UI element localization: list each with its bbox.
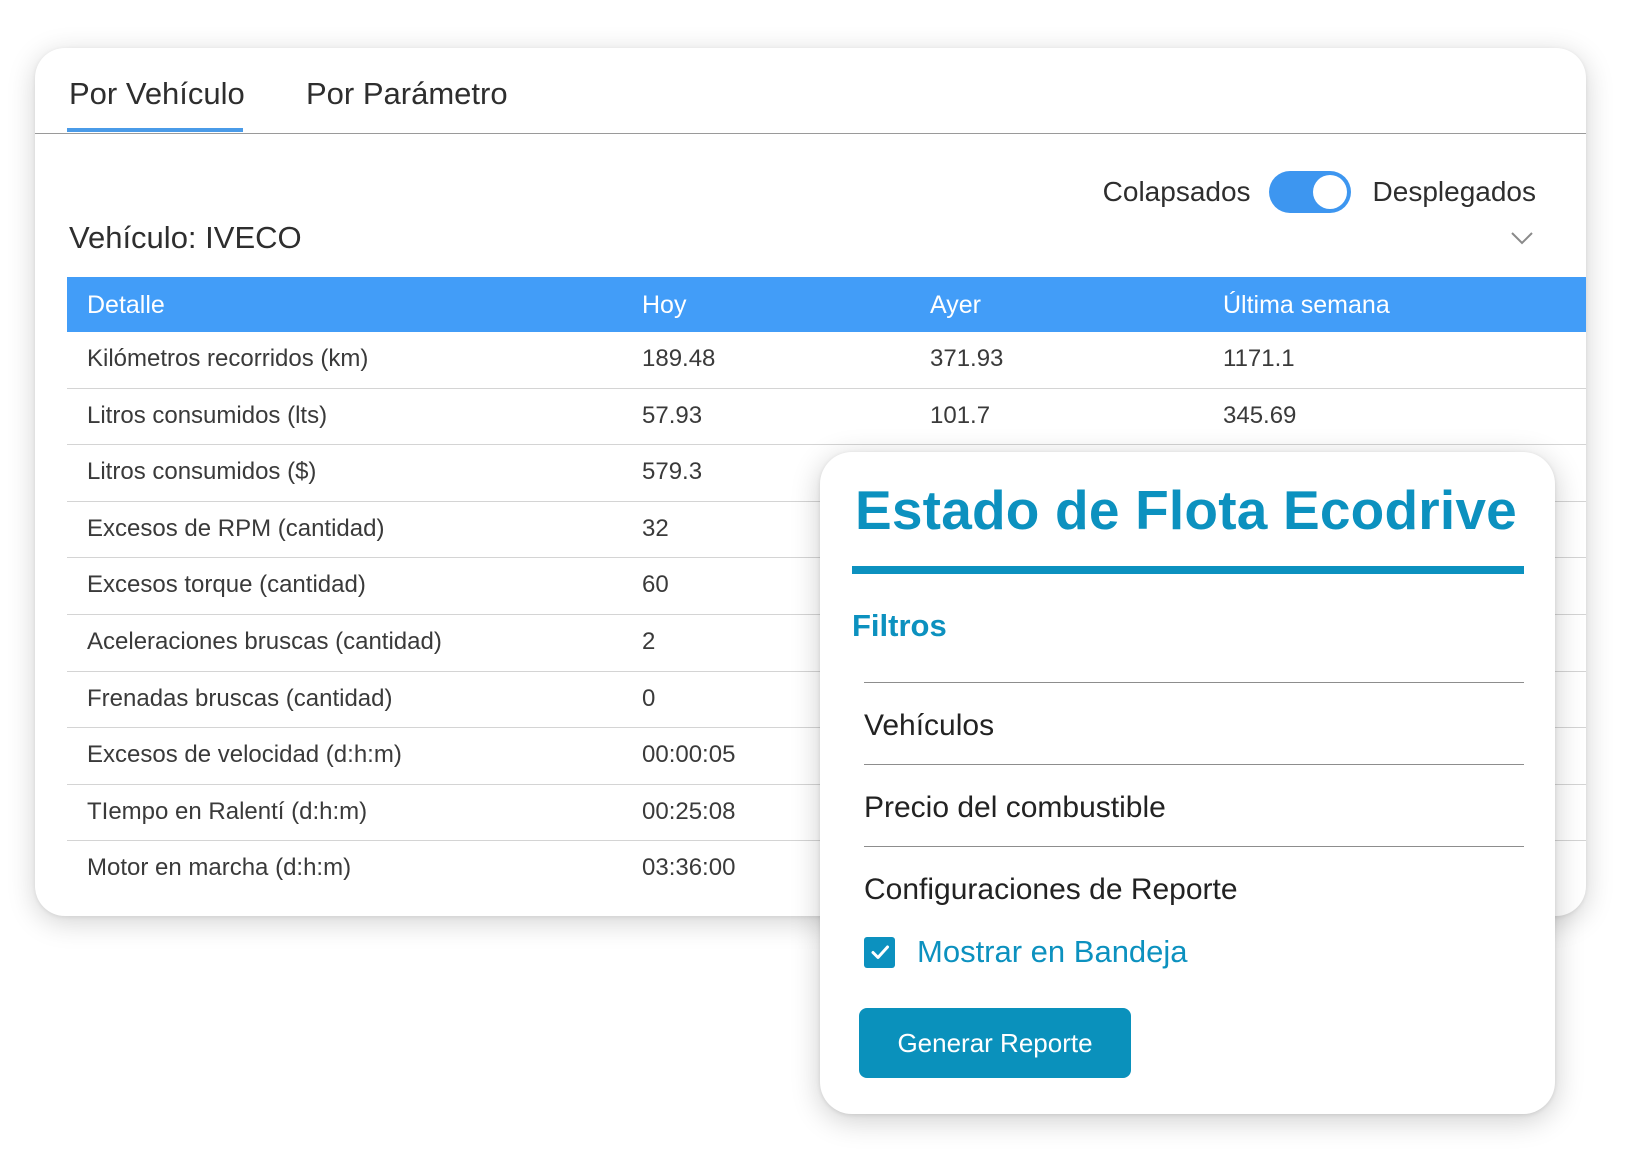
checkmark-icon (871, 945, 889, 959)
view-toggle-switch[interactable] (1268, 171, 1351, 213)
cell-detalle: Litros consumidos (lts) (87, 401, 328, 429)
filter-configuraciones-reporte[interactable]: Configuraciones de Reporte (864, 846, 1524, 928)
filter-label: Vehículos (864, 709, 995, 742)
cell-detalle: Motor en marcha (d:h:m) (87, 854, 352, 882)
show-in-tray-checkbox[interactable] (864, 936, 895, 968)
chevron-down-icon[interactable] (1507, 223, 1537, 253)
filter-label: Precio del combustible (864, 791, 1166, 824)
cell-hoy: 00:25:08 (642, 797, 736, 825)
view-toggle-row: Colapsados Desplegados (1103, 170, 1536, 214)
filter-precio-combustible[interactable]: Precio del combustible (864, 764, 1524, 846)
cell-hoy: 60 (642, 571, 669, 599)
panel-title-divider (852, 566, 1524, 574)
show-in-tray-option[interactable]: Mostrar en Bandeja (864, 934, 1188, 970)
cell-ultima-semana: 345.69 (1223, 401, 1297, 429)
cell-detalle: Kilómetros recorridos (km) (87, 345, 369, 372)
cell-detalle: Excesos de velocidad (d:h:m) (87, 741, 402, 769)
cell-detalle: Aceleraciones bruscas (cantidad) (87, 627, 442, 655)
cell-hoy: 57.93 (642, 401, 703, 429)
filter-vehiculos[interactable]: Vehículos (864, 682, 1524, 764)
cell-detalle: Litros consumidos ($) (87, 458, 317, 486)
panel-title: Estado de Flota Ecodrive (855, 479, 1517, 541)
tab-por-vehiculo[interactable]: Por Vehículo (69, 76, 245, 112)
header-ultima-semana: Última semana (1223, 291, 1390, 319)
header-hoy: Hoy (642, 291, 687, 319)
cell-ayer: 101.7 (930, 401, 991, 429)
table-row: Kilómetros recorridos (km) 189.48 371.93… (67, 332, 1586, 389)
report-filter-panel: Estado de Flota Ecodrive Filtros Vehícul… (820, 452, 1555, 1114)
cell-hoy: 00:00:05 (642, 741, 736, 769)
cell-ultima-semana: 1171.1 (1223, 345, 1295, 372)
generate-report-button[interactable]: Generar Reporte (859, 1008, 1131, 1078)
filters-heading: Filtros (852, 608, 947, 643)
table-header: Detalle Hoy Ayer Última semana (67, 277, 1586, 332)
toggle-label-collapsed: Colapsados (1102, 176, 1251, 207)
cell-hoy: 189.48 (642, 345, 716, 372)
vehicle-title: Vehículo: IVECO (69, 220, 302, 255)
cell-detalle: Frenadas bruscas (cantidad) (87, 684, 393, 712)
show-in-tray-label: Mostrar en Bandeja (917, 934, 1188, 969)
cell-hoy: 579.3 (642, 458, 703, 486)
header-ayer: Ayer (930, 291, 981, 319)
toggle-knob (1312, 175, 1347, 209)
cell-hoy: 0 (642, 684, 656, 712)
cell-ayer: 371.93 (930, 345, 1004, 372)
cell-detalle: Excesos torque (cantidad) (87, 571, 366, 599)
cell-detalle: Excesos de RPM (cantidad) (87, 514, 385, 542)
cell-detalle: TIempo en Ralentí (d:h:m) (87, 797, 368, 825)
cell-hoy: 03:36:00 (642, 854, 736, 882)
tab-bar: Por Vehículo Por Parámetro (35, 48, 1586, 134)
active-tab-indicator (67, 128, 243, 132)
tab-por-parametro[interactable]: Por Parámetro (306, 76, 508, 112)
cell-hoy: 32 (642, 514, 669, 542)
toggle-label-expanded: Desplegados (1372, 176, 1536, 207)
cell-hoy: 2 (642, 627, 656, 655)
filter-label: Configuraciones de Reporte (864, 873, 1238, 906)
header-detalle: Detalle (87, 291, 165, 319)
table-row: Litros consumidos (lts) 57.93 101.7 345.… (67, 389, 1586, 446)
